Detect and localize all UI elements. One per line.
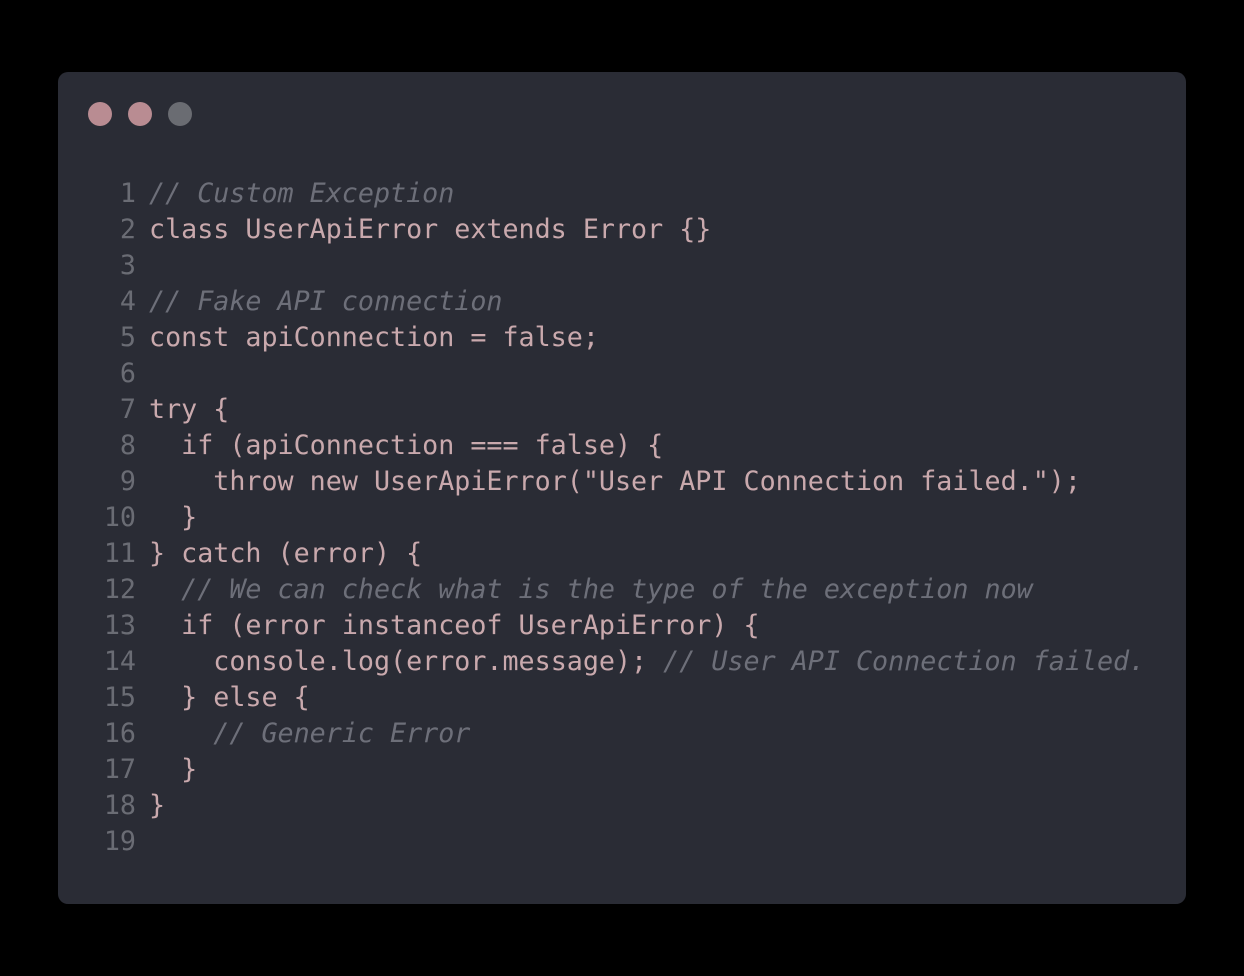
line-comment: // Generic Error <box>213 718 471 749</box>
line-code: try { <box>149 394 230 425</box>
line-source: } catch (error) { <box>149 536 422 572</box>
line-number: 9 <box>119 466 136 497</box>
code-line: 14 console.log(error.message); // User A… <box>58 644 1186 680</box>
line-number: 13 <box>103 610 136 641</box>
close-dot-icon <box>88 102 112 126</box>
line-comment: // We can check what is the type of the … <box>181 574 1033 605</box>
line-source: // Custom Exception <box>149 176 454 212</box>
code-line: 13 if (error instanceof UserApiError) { <box>58 608 1186 644</box>
code-line: 8 if (apiConnection === false) { <box>58 428 1186 464</box>
line-number: 2 <box>119 214 136 245</box>
line-code: } catch (error) { <box>149 538 423 569</box>
line-code: } <box>181 502 198 533</box>
line-source: if (error instanceof UserApiError) { <box>149 608 760 644</box>
line-number: 1 <box>119 178 136 209</box>
line-number: 12 <box>103 574 136 605</box>
line-comment: // User API Connection failed. <box>663 646 1146 677</box>
line-comment: // Fake API connection <box>149 286 503 317</box>
line-source: } <box>149 788 165 824</box>
line-source: } <box>149 500 197 536</box>
line-source: // Fake API connection <box>149 284 502 320</box>
line-number: 14 <box>103 646 136 677</box>
line-comment: // Custom Exception <box>149 178 455 209</box>
line-source: if (apiConnection === false) { <box>149 428 663 464</box>
code-line: 11 } catch (error) { <box>58 536 1186 572</box>
line-code: if (error instanceof UserApiError) { <box>181 610 760 641</box>
line-source: console.log(error.message); // User API … <box>149 644 1145 680</box>
line-code: if (apiConnection === false) { <box>181 430 664 461</box>
line-number: 11 <box>103 538 136 569</box>
code-line: 12 // We can check what is the type of t… <box>58 572 1186 608</box>
line-code: const apiConnection = false; <box>149 322 599 353</box>
line-code: console.log(error.message); <box>213 646 664 677</box>
line-source: const apiConnection = false; <box>149 320 599 356</box>
line-code: } else { <box>181 682 310 713</box>
code-line: 7 try { <box>58 392 1186 428</box>
line-number: 18 <box>103 790 136 821</box>
code-line: 16 // Generic Error <box>58 716 1186 752</box>
line-number: 5 <box>119 322 136 353</box>
code-line: 9 throw new UserApiError("User API Conne… <box>58 464 1186 500</box>
code-line: 19 <box>58 824 1186 860</box>
code-line: 6 <box>58 356 1186 392</box>
line-source: try { <box>149 392 229 428</box>
code-line: 2 class UserApiError extends Error {} <box>58 212 1186 248</box>
code-line: 1 // Custom Exception <box>58 176 1186 212</box>
line-number: 16 <box>103 718 136 749</box>
line-number: 19 <box>103 826 136 857</box>
code-line: 10 } <box>58 500 1186 536</box>
line-number: 3 <box>119 250 136 281</box>
line-number: 17 <box>103 754 136 785</box>
code-window: 1 // Custom Exception 2 class UserApiError … <box>58 72 1186 904</box>
line-code: } <box>149 790 166 821</box>
line-source: } else { <box>149 680 310 716</box>
line-source: // Generic Error <box>149 716 470 752</box>
code-line: 18} <box>58 788 1186 824</box>
minimize-dot-icon <box>128 102 152 126</box>
code-line: 3 <box>58 248 1186 284</box>
line-source: // We can check what is the type of the … <box>149 572 1033 608</box>
code-line: 17 } <box>58 752 1186 788</box>
line-number: 15 <box>103 682 136 713</box>
code-line: 4 // Fake API connection <box>58 284 1186 320</box>
line-number: 8 <box>119 430 136 461</box>
code-block: 1 // Custom Exception 2 class UserApiError … <box>58 176 1186 860</box>
line-code: throw new UserApiError("User API Connect… <box>213 466 1081 497</box>
line-source: } <box>149 752 197 788</box>
line-source: throw new UserApiError("User API Connect… <box>149 464 1081 500</box>
line-code: class UserApiError extends Error {} <box>149 214 712 245</box>
line-number: 6 <box>119 358 136 389</box>
line-number: 10 <box>103 502 136 533</box>
code-line: 5 const apiConnection = false; <box>58 320 1186 356</box>
line-code: } <box>181 754 198 785</box>
line-source: class UserApiError extends Error {} <box>149 212 711 248</box>
code-line: 15 } else { <box>58 680 1186 716</box>
line-number: 7 <box>119 394 136 425</box>
line-number: 4 <box>119 286 136 317</box>
maximize-dot-icon <box>168 102 192 126</box>
